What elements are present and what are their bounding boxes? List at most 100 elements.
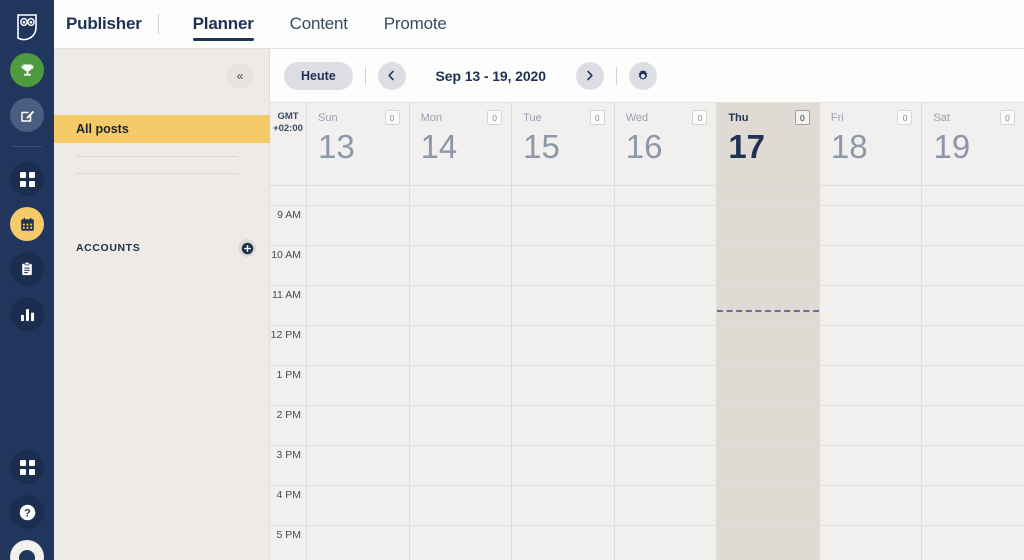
time-slot-thu[interactable]	[717, 246, 820, 285]
time-slot-sat[interactable]	[922, 206, 1024, 245]
rail-item-streams[interactable]	[10, 162, 44, 196]
day-header-tue[interactable]: Tue 0 15	[512, 103, 615, 185]
time-slot-mon[interactable]	[410, 206, 513, 245]
time-slot-mon[interactable]	[410, 326, 513, 365]
all-day-cell-sat[interactable]	[922, 186, 1024, 205]
all-day-cell-sun[interactable]	[307, 186, 410, 205]
time-slot-tue[interactable]	[512, 206, 615, 245]
time-slot-sat[interactable]	[922, 326, 1024, 365]
rail-item-compose[interactable]	[10, 98, 44, 132]
add-account-button[interactable]	[238, 239, 256, 257]
time-slot-mon[interactable]	[410, 286, 513, 325]
time-slot-sun[interactable]	[307, 366, 410, 405]
time-slot-wed[interactable]	[615, 326, 718, 365]
time-slot-sun[interactable]	[307, 486, 410, 525]
time-slot-wed[interactable]	[615, 486, 718, 525]
rail-item-apps[interactable]	[10, 450, 44, 484]
time-slot-sun[interactable]	[307, 326, 410, 365]
time-slot-sat[interactable]	[922, 246, 1024, 285]
time-slot-fri[interactable]	[820, 486, 923, 525]
time-slot-sat[interactable]	[922, 486, 1024, 525]
day-header-thu-count[interactable]: 0	[794, 110, 810, 125]
day-header-sun-count[interactable]: 0	[384, 110, 400, 125]
day-header-sat-count[interactable]: 0	[1000, 110, 1016, 125]
time-slot-sat[interactable]	[922, 406, 1024, 445]
tab-planner[interactable]: Planner	[175, 0, 272, 49]
time-slot-sun[interactable]	[307, 526, 410, 560]
filter-item-all-posts[interactable]: All posts	[54, 115, 270, 143]
time-slot-wed[interactable]	[615, 286, 718, 325]
next-week-button[interactable]	[575, 61, 604, 90]
time-slot-mon[interactable]	[410, 486, 513, 525]
time-slot-wed[interactable]	[615, 446, 718, 485]
time-slot-sat[interactable]	[922, 446, 1024, 485]
time-slot-thu[interactable]	[717, 486, 820, 525]
time-slot-thu[interactable]	[717, 326, 820, 365]
tab-promote[interactable]: Promote	[366, 0, 465, 49]
day-header-fri[interactable]: Fri 0 18	[820, 103, 923, 185]
time-slot-wed[interactable]	[615, 366, 718, 405]
time-slot-fri[interactable]	[820, 326, 923, 365]
time-slot-fri[interactable]	[820, 286, 923, 325]
time-slot-sat[interactable]	[922, 526, 1024, 560]
day-header-tue-count[interactable]: 0	[589, 110, 605, 125]
day-header-wed[interactable]: Wed 0 16	[615, 103, 718, 185]
rail-item-content-library[interactable]	[10, 252, 44, 286]
time-slot-sun[interactable]	[307, 246, 410, 285]
time-slot-thu[interactable]	[717, 446, 820, 485]
day-header-mon[interactable]: Mon 0 14	[410, 103, 513, 185]
time-slot-tue[interactable]	[512, 446, 615, 485]
tab-content[interactable]: Content	[272, 0, 366, 49]
time-slot-sun[interactable]	[307, 406, 410, 445]
time-slot-wed[interactable]	[615, 206, 718, 245]
time-slot-thu[interactable]	[717, 366, 820, 405]
day-header-sat[interactable]: Sat 0 19	[922, 103, 1024, 185]
time-slot-tue[interactable]	[512, 526, 615, 560]
time-slot-sun[interactable]	[307, 286, 410, 325]
time-slot-tue[interactable]	[512, 406, 615, 445]
calendar-settings-button[interactable]	[628, 61, 657, 90]
time-slot-fri[interactable]	[820, 526, 923, 560]
time-slot-wed[interactable]	[615, 406, 718, 445]
all-day-cell-tue[interactable]	[512, 186, 615, 205]
today-button[interactable]: Heute	[284, 61, 353, 90]
time-slot-fri[interactable]	[820, 446, 923, 485]
time-slot-mon[interactable]	[410, 446, 513, 485]
day-header-mon-count[interactable]: 0	[487, 110, 503, 125]
all-day-cell-thu[interactable]	[717, 186, 820, 205]
avatar[interactable]	[10, 540, 44, 560]
rail-item-rewards-trophy[interactable]	[10, 53, 44, 87]
time-slot-mon[interactable]	[410, 526, 513, 560]
time-slot-fri[interactable]	[820, 366, 923, 405]
all-day-cell-mon[interactable]	[410, 186, 513, 205]
time-slot-mon[interactable]	[410, 246, 513, 285]
time-slot-wed[interactable]	[615, 246, 718, 285]
time-slot-tue[interactable]	[512, 326, 615, 365]
previous-week-button[interactable]	[377, 61, 406, 90]
day-header-wed-count[interactable]: 0	[692, 110, 708, 125]
time-slot-sun[interactable]	[307, 446, 410, 485]
hootsuite-owl-logo[interactable]	[12, 12, 42, 42]
time-slot-sun[interactable]	[307, 206, 410, 245]
day-header-thu[interactable]: Thu 0 17	[717, 103, 820, 185]
day-header-fri-count[interactable]: 0	[897, 110, 913, 125]
rail-item-planner[interactable]	[10, 207, 44, 241]
all-day-cell-fri[interactable]	[820, 186, 923, 205]
day-header-sun[interactable]: Sun 0 13	[307, 103, 410, 185]
time-slot-thu[interactable]	[717, 286, 820, 325]
time-slot-sat[interactable]	[922, 366, 1024, 405]
time-slot-thu[interactable]	[717, 206, 820, 245]
time-slot-thu[interactable]	[717, 406, 820, 445]
collapse-panel-button[interactable]: «	[227, 63, 253, 89]
time-slot-fri[interactable]	[820, 406, 923, 445]
time-slot-tue[interactable]	[512, 486, 615, 525]
time-slot-tue[interactable]	[512, 286, 615, 325]
time-slot-mon[interactable]	[410, 406, 513, 445]
time-slot-tue[interactable]	[512, 366, 615, 405]
time-slot-fri[interactable]	[820, 206, 923, 245]
rail-item-analytics[interactable]	[10, 297, 44, 331]
time-slot-tue[interactable]	[512, 246, 615, 285]
time-slot-thu[interactable]	[717, 526, 820, 560]
all-day-cell-wed[interactable]	[615, 186, 718, 205]
time-slot-mon[interactable]	[410, 366, 513, 405]
